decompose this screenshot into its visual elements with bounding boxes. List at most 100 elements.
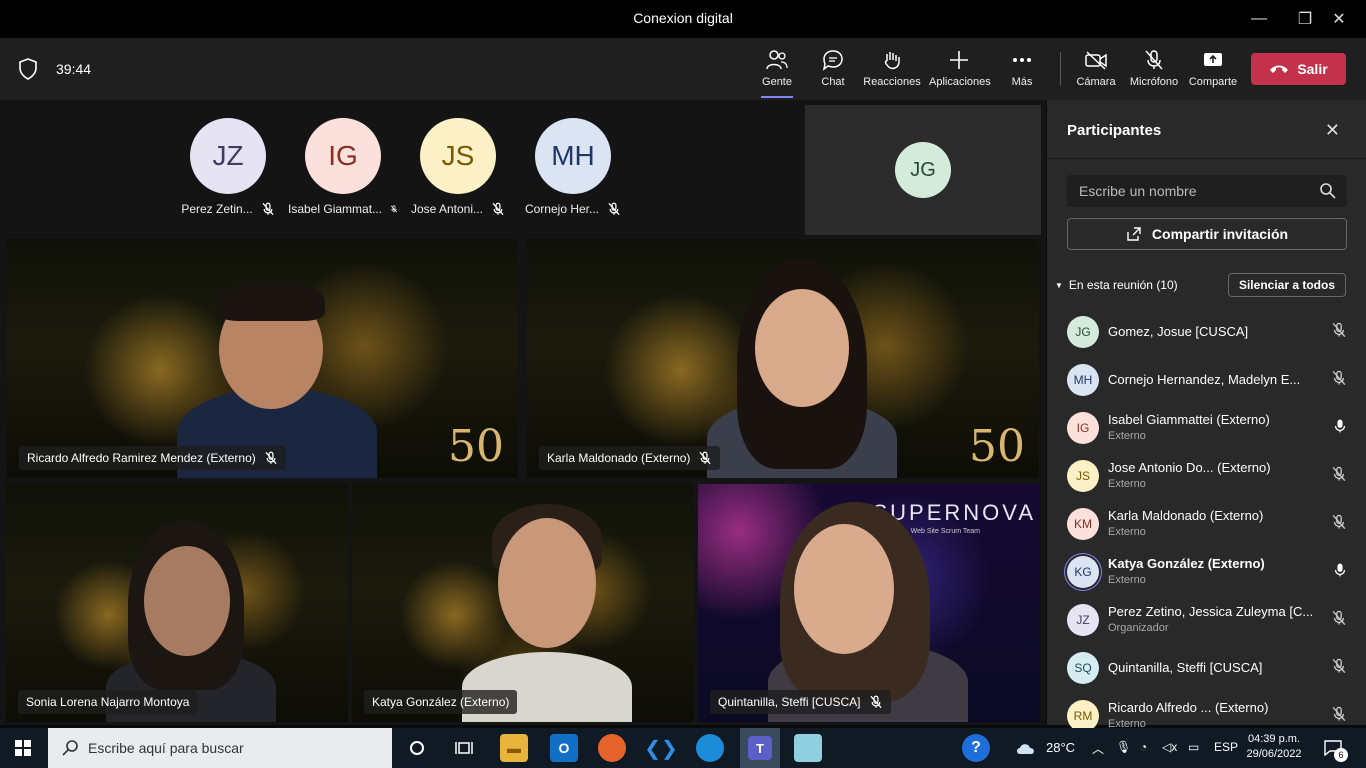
edge-icon[interactable] [696,734,724,762]
video-tile[interactable]: 50 Karla Maldonado (Externo) [527,239,1039,478]
close-window-button[interactable]: ✕ [1316,0,1362,38]
apps-button[interactable]: Aplicaciones [929,48,991,88]
teams-icon[interactable]: T [740,728,780,768]
help-icon[interactable]: ? [962,734,990,762]
battery-icon[interactable]: ▭ [1188,740,1199,754]
avatar: SQ [1067,652,1099,684]
participant-row[interactable]: JS Jose Antonio Do... (Externo) Externo [1067,454,1347,494]
mic-off-icon[interactable] [1331,370,1347,391]
title-bar: Conexion digital — ❐ ✕ [0,0,1366,38]
participant-name: Karla Maldonado (Externo) [547,451,691,465]
avatar: JS [420,118,496,194]
microphone-label: Micrófono [1129,76,1179,88]
participant-name: Perez Zetino, Jessica Zuleyma [C... [1108,604,1314,619]
taskbar-search-input[interactable]: Escribe aquí para buscar [48,728,392,768]
participant-row[interactable]: MH Cornejo Hernandez, Madelyn E... [1067,358,1347,398]
participant-row[interactable]: SQ Quintanilla, Steffi [CUSCA] [1067,646,1347,686]
share-button[interactable]: Comparte [1183,48,1243,88]
participant-search-input[interactable]: Escribe un nombre [1067,175,1347,207]
participant-name: Karla Maldonado (Externo) [1108,508,1264,523]
wifi-icon[interactable]: ◔ [1140,740,1147,754]
tile-name-label: Ricardo Alfredo Ramirez Mendez (Externo) [19,446,286,470]
participant-row[interactable]: KG Katya González (Externo) Externo [1067,550,1347,590]
reactions-button[interactable]: Reacciones [862,48,922,88]
video-tile-active-speaker[interactable]: Katya González (Externo) [352,484,694,722]
video-tile[interactable]: 50 Ricardo Alfredo Ramirez Mendez (Exter… [7,239,518,478]
participant-avatar-tile[interactable]: JS Jose Antoni... [403,118,513,216]
section-label: En esta reunión (10) [1068,278,1178,292]
avatar: JZ [190,118,266,194]
mic-off-icon [262,202,274,216]
cortana-icon[interactable] [403,734,431,762]
participant-name: Sonia Lorena Najarro Montoya [26,695,190,709]
task-view-icon[interactable] [450,734,478,762]
chat-label: Chat [821,76,845,88]
people-button[interactable]: Gente [747,48,807,98]
mic-off-icon[interactable] [1331,706,1347,727]
participant-row[interactable]: JG Gomez, Josue [CUSCA] [1067,310,1347,350]
more-button[interactable]: Más [992,48,1052,88]
shield-icon [19,58,37,80]
share-label: Comparte [1188,76,1238,88]
tile-name-label: Quintanilla, Steffi [CUSCA] [710,690,891,714]
video-tile[interactable]: Sonia Lorena Najarro Montoya [6,484,348,722]
weather-temperature[interactable]: 28°C [1046,740,1075,755]
microphone-tray-icon[interactable]: 🎙 [1116,740,1131,754]
file-explorer-icon[interactable]: ▬ [500,734,528,762]
mute-all-button[interactable]: Silenciar a todos [1227,273,1346,297]
meeting-toolbar: 39:44 Gente Chat Reacciones Aplicaciones… [0,38,1366,100]
avatar: JZ [1067,604,1099,636]
input-language[interactable]: ESP [1214,740,1238,754]
participant-name: Isabel Giammattei (Externo) [1108,412,1270,427]
spotlight-tile[interactable]: JG [805,105,1041,235]
participant-row[interactable]: KM Karla Maldonado (Externo) Externo [1067,502,1347,542]
tile-name-label: Katya González (Externo) [364,690,518,714]
hang-up-icon [1270,65,1289,73]
mic-off-icon[interactable] [1331,514,1347,535]
close-panel-icon[interactable]: ✕ [1325,120,1340,141]
chat-icon [803,48,863,72]
minimize-button[interactable]: — [1236,0,1282,38]
mic-off-icon[interactable] [1331,610,1347,631]
participant-avatar-tile[interactable]: JZ Perez Zetin... [173,118,283,216]
mic-off-icon [1124,48,1184,72]
participant-name: Katya González (Externo) [1108,556,1265,571]
avatar: KM [1067,508,1099,540]
section-header[interactable]: ▼ En esta reunión (10) [1055,278,1178,292]
participant-name: Jose Antoni... [410,202,484,216]
participant-role: Externo [1108,526,1146,538]
leave-button[interactable]: Salir [1251,53,1346,85]
notes-app-icon[interactable] [794,734,822,762]
participant-role: Externo [1108,430,1146,442]
participant-row[interactable]: JZ Perez Zetino, Jessica Zuleyma [C... Org… [1067,598,1347,638]
divider [1047,158,1366,159]
mic-icon[interactable] [1333,418,1347,439]
vscode-icon[interactable]: ❮❯ [644,734,678,762]
outlook-icon[interactable]: O [550,734,578,762]
participant-name: Quintanilla, Steffi [CUSCA] [718,695,861,709]
mic-off-icon[interactable] [1331,658,1347,679]
camera-button[interactable]: Cámara [1066,48,1126,88]
anniversary-logo: 50 [448,421,504,472]
mic-icon[interactable] [1333,562,1347,583]
avatar: IG [1067,412,1099,444]
firefox-icon[interactable] [598,734,626,762]
mic-off-icon[interactable] [1331,322,1347,343]
mic-off-icon [869,695,882,709]
speaker-mute-icon[interactable]: ◁x [1162,740,1177,754]
video-tile[interactable]: SUPERNOVA Web Site Scrum Team Quintanill… [698,484,1040,722]
chat-button[interactable]: Chat [803,48,863,88]
participant-name: Cornejo Her... [524,202,600,216]
participant-name: Isabel Giammat... [288,202,383,216]
participant-avatar-tile[interactable]: MH Cornejo Her... [518,118,628,216]
participant-head [755,289,849,407]
participant-name: Gomez, Josue [CUSCA] [1108,324,1249,339]
share-invitation-button[interactable]: Compartir invitación [1067,218,1347,250]
taskbar-clock[interactable]: 04:39 p.m. 29/06/2022 [1242,732,1306,762]
participant-avatar-tile[interactable]: IG Isabel Giammat... [288,118,398,216]
chevron-up-icon[interactable]: ︿ [1092,740,1104,757]
mic-off-icon[interactable] [1331,466,1347,487]
participant-row[interactable]: IG Isabel Giammattei (Externo) Externo [1067,406,1347,446]
microphone-button[interactable]: Micrófono [1124,48,1184,88]
windows-start-icon[interactable] [15,740,31,756]
